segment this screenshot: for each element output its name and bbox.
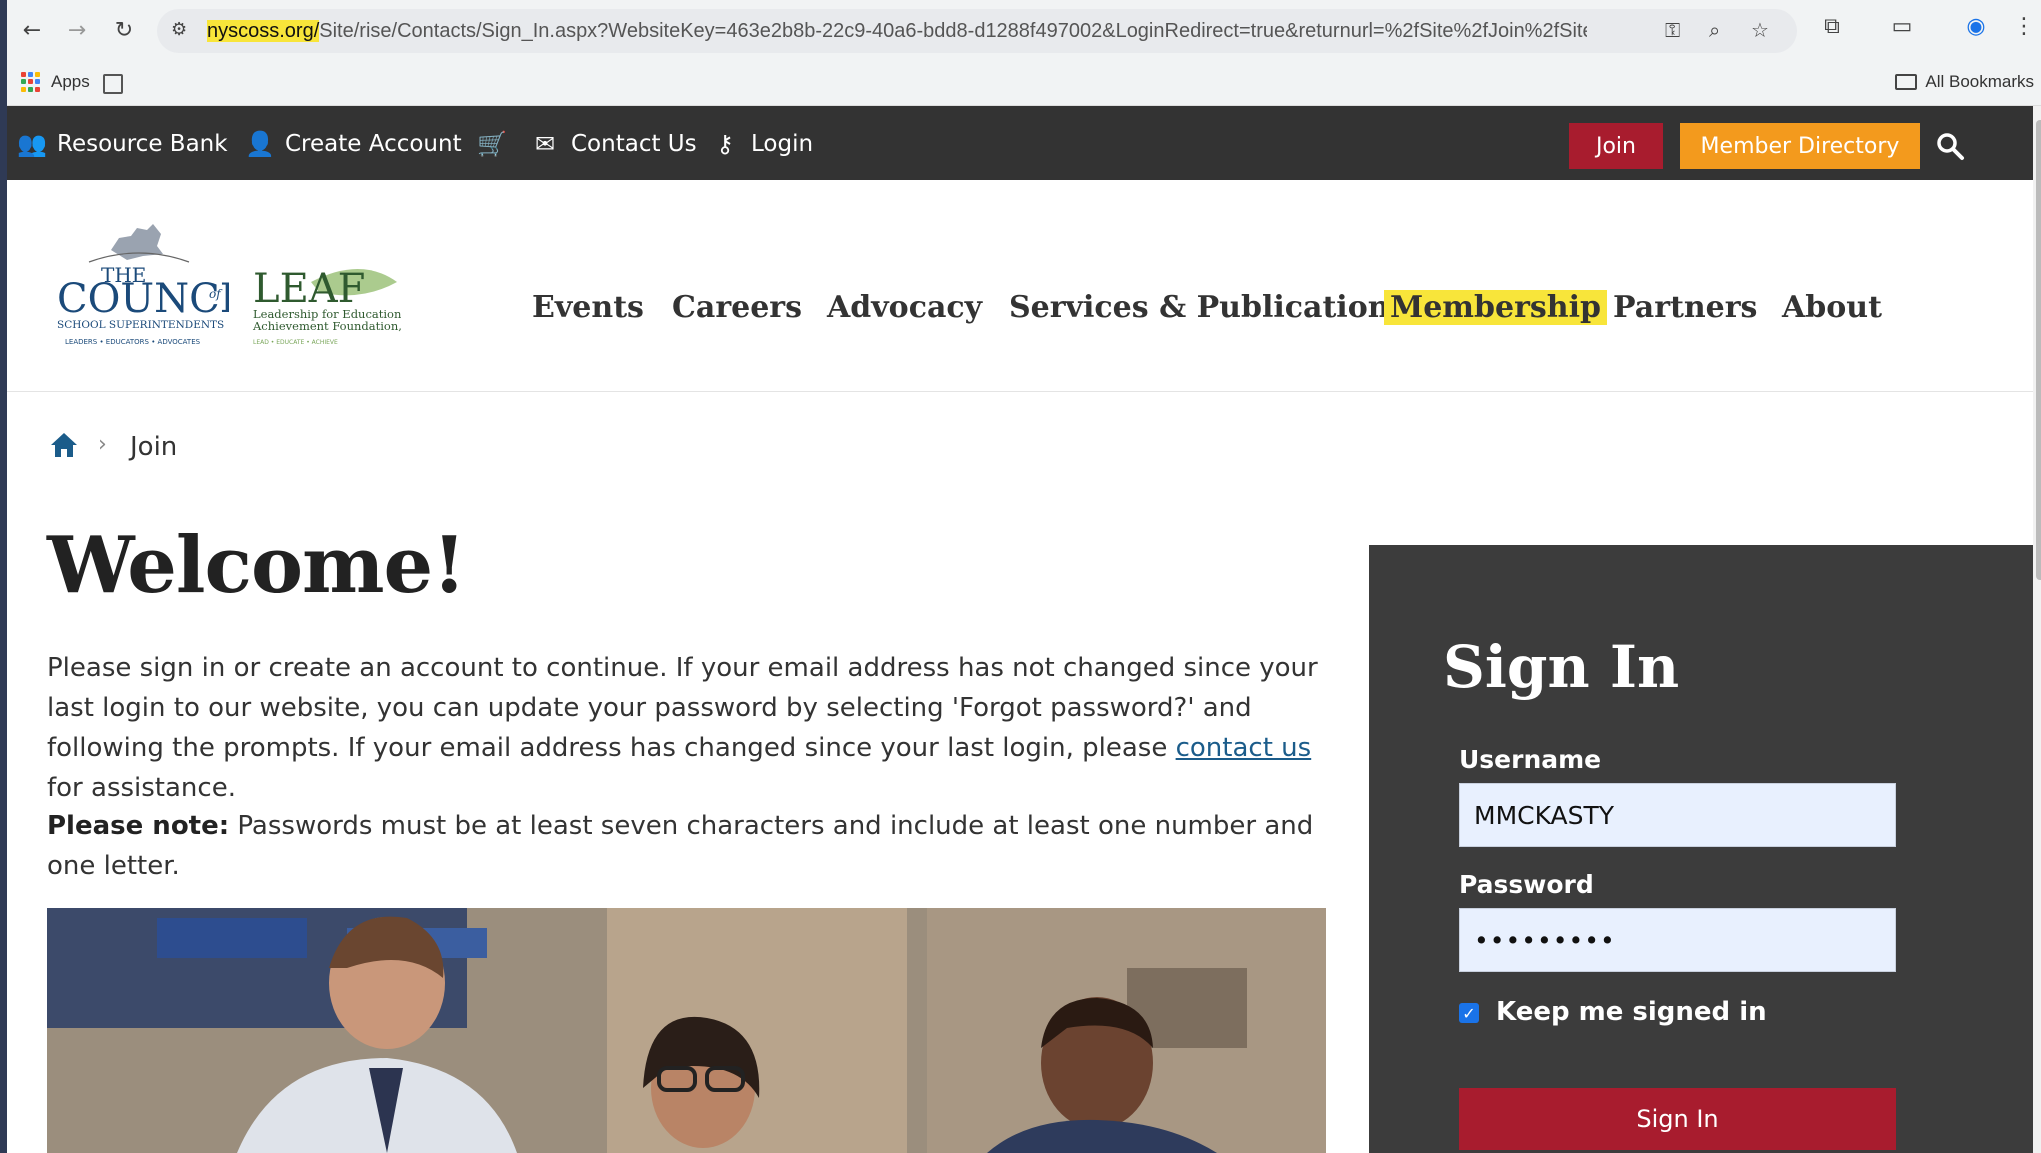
nav-advocacy[interactable]: Advocacy — [827, 290, 982, 325]
note-text: Passwords must be at least seven charact… — [47, 811, 1314, 881]
home-icon[interactable] — [49, 430, 79, 460]
breadcrumb-current: Join — [130, 432, 178, 462]
tab-search-icon[interactable]: ▭ — [1887, 14, 1917, 44]
intro-text-1: Please sign in or create an account to c… — [47, 653, 1318, 763]
apps-label: Apps — [51, 72, 90, 91]
envelope-icon: ✉ — [534, 130, 556, 158]
tab-groups-icon[interactable] — [103, 74, 123, 94]
folder-icon — [1895, 74, 1918, 90]
scrollbar-thumb[interactable] — [2036, 120, 2041, 580]
address-bar[interactable]: ⚙ nyscoss.org/Site/rise/Contacts/Sign_In… — [157, 9, 1797, 53]
username-label: Username — [1459, 745, 1602, 774]
council-sub-text: SCHOOL SUPERINTENDENTS — [57, 319, 224, 331]
page-title: Welcome! — [47, 520, 466, 611]
leaf-sub2-text: Achievement Foundation, Inc. — [252, 319, 401, 333]
login-link[interactable]: ⚷ Login — [711, 130, 813, 158]
reload-icon[interactable]: ↻ — [109, 15, 139, 45]
contact-us-link[interactable]: ✉ Contact Us — [531, 130, 697, 158]
browser-window: ← → ↻ ⚙ nyscoss.org/Site/rise/Contacts/S… — [0, 0, 2041, 1153]
zoom-icon[interactable]: ⌕ — [1709, 18, 1735, 44]
password-note: Please note: Passwords must be at least … — [47, 806, 1337, 886]
password-key-icon[interactable]: ⚿ — [1665, 18, 1691, 44]
bookmark-star-icon[interactable]: ☆ — [1751, 18, 1777, 44]
password-field[interactable]: ••••••••• — [1459, 908, 1896, 972]
intro-text-2: for assistance. — [47, 773, 236, 803]
site-info-icon[interactable]: ⚙ — [171, 19, 195, 43]
url-path: Site/rise/Contacts/Sign_In.aspx?WebsiteK… — [319, 20, 1587, 42]
browser-toolbar: ← → ↻ ⚙ nyscoss.org/Site/rise/Contacts/S… — [7, 0, 2041, 62]
profile-icon[interactable]: ◉ — [1961, 14, 1991, 44]
council-name-text: COUNCIL — [57, 276, 229, 322]
search-icon[interactable] — [1935, 131, 1965, 161]
leaf-name-text: LEAF — [253, 266, 365, 312]
council-logo[interactable]: THE COUNCIL of SCHOOL SUPERINTENDENTS LE… — [49, 220, 229, 350]
nav-events[interactable]: Events — [532, 290, 644, 325]
leaf-tag-text: LEAD • EDUCATE • ACHIEVE — [253, 339, 338, 346]
cart-link[interactable]: 🛒 — [477, 130, 507, 158]
login-label: Login — [751, 131, 814, 157]
bookmarks-bar: Apps All Bookmarks — [7, 62, 2041, 106]
back-icon[interactable]: ← — [17, 15, 47, 45]
url-text[interactable]: nyscoss.org/Site/rise/Contacts/Sign_In.a… — [207, 20, 1587, 43]
username-field[interactable]: MMCKASTY — [1459, 783, 1896, 847]
nav-about[interactable]: About — [1782, 290, 1882, 325]
resource-bank-label: Resource Bank — [57, 131, 228, 157]
note-label: Please note: — [47, 811, 230, 841]
nav-careers[interactable]: Careers — [672, 290, 802, 325]
sign-in-heading: Sign In — [1443, 633, 1680, 701]
apps-bookmark[interactable]: Apps — [21, 72, 90, 92]
nav-membership[interactable]: Membership — [1384, 290, 1607, 325]
member-directory-button[interactable]: Member Directory — [1680, 123, 1920, 169]
hero-photo — [47, 908, 1326, 1153]
intro-paragraph: Please sign in or create an account to c… — [47, 648, 1337, 808]
password-label: Password — [1459, 870, 1594, 899]
leaf-logo[interactable]: LEAF Leadership for Educational Achievem… — [251, 262, 401, 352]
join-button[interactable]: Join — [1569, 123, 1663, 169]
add-person-icon: 👤 — [245, 130, 275, 158]
nav-partners[interactable]: Partners — [1613, 290, 1757, 325]
keep-signed-in-label[interactable]: Keep me signed in — [1496, 997, 1767, 1027]
apps-grid-icon — [21, 72, 41, 92]
create-account-label: Create Account — [285, 131, 462, 157]
extensions-icon[interactable]: ⧉ — [1817, 14, 1847, 44]
keep-signed-in-checkbox[interactable]: ✓ — [1459, 1003, 1479, 1023]
create-account-link[interactable]: 👤 Create Account — [245, 130, 462, 158]
council-tag-text: LEADERS • EDUCATORS • ADVOCATES — [65, 338, 201, 346]
forward-icon[interactable]: → — [62, 15, 92, 45]
all-bookmarks[interactable]: All Bookmarks — [1895, 72, 2034, 92]
cart-icon: 🛒 — [477, 130, 507, 158]
contact-us-inline-link[interactable]: contact us — [1176, 733, 1312, 763]
key-icon: ⚷ — [716, 130, 734, 158]
breadcrumb-chevron-icon: › — [98, 432, 107, 457]
url-host: nyscoss.org/ — [207, 20, 320, 42]
all-bookmarks-label: All Bookmarks — [1925, 72, 2034, 91]
menu-kebab-icon[interactable]: ⋮ — [2009, 14, 2039, 44]
people-icon: 👥 — [17, 130, 47, 158]
sign-in-panel: Sign In Username MMCKASTY Password •••••… — [1369, 545, 2041, 1153]
resource-bank-link[interactable]: 👥 Resource Bank — [17, 130, 228, 158]
contact-us-label: Contact Us — [571, 131, 697, 157]
sign-in-button[interactable]: Sign In — [1459, 1088, 1896, 1150]
nav-services-publications[interactable]: Services & Publications — [1009, 290, 1406, 325]
